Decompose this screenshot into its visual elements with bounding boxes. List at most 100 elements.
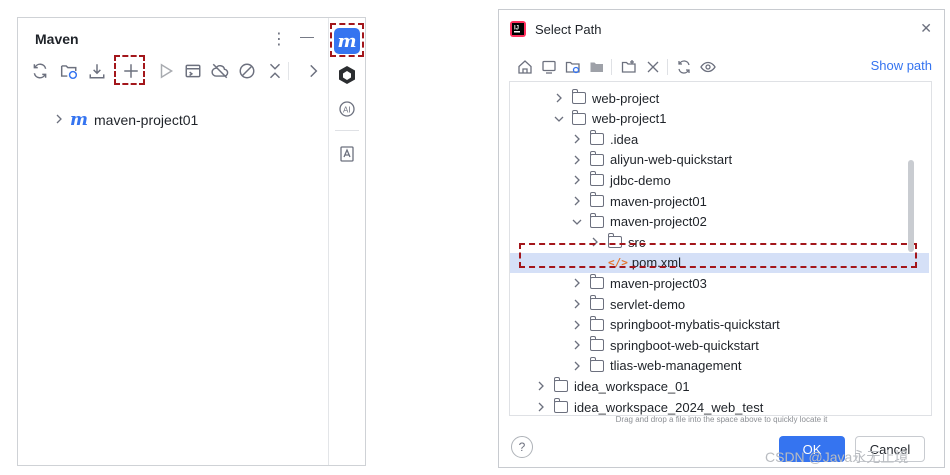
close-icon[interactable]: ✕ — [920, 20, 932, 37]
refresh-icon[interactable] — [675, 58, 693, 76]
folder-icon — [590, 356, 604, 372]
chevron-right-icon[interactable] — [554, 93, 564, 103]
tree-node-label: .idea — [610, 131, 639, 147]
reload-folder-icon[interactable] — [59, 61, 79, 81]
chevron-right-icon[interactable] — [572, 299, 582, 309]
maven-tool-window: Maven ⋮ — m maven-project01 m AI — [17, 17, 366, 466]
folder-icon — [590, 171, 604, 187]
project-folder-icon[interactable] — [564, 58, 582, 76]
chevron-right-icon[interactable] — [572, 175, 582, 185]
svg-text:IJ: IJ — [514, 26, 519, 32]
chevron-right-icon[interactable] — [572, 340, 582, 350]
folder-icon — [590, 336, 604, 352]
dialog-title: Select Path — [535, 22, 602, 37]
tree-node-label: springboot-web-quickstart — [610, 337, 759, 353]
chevron-right-icon[interactable] — [572, 196, 582, 206]
chevron-down-icon[interactable] — [554, 114, 564, 124]
tree-folder-row[interactable]: idea_workspace_2024_web_test — [510, 397, 929, 415]
new-folder-icon[interactable] — [620, 58, 638, 76]
folder-icon — [572, 89, 586, 104]
chevron-right-icon[interactable] — [572, 155, 582, 165]
tree-folder-row[interactable]: tlias-web-management — [510, 356, 929, 376]
tree-node-label: web-project — [592, 90, 660, 106]
folder-icon — [590, 274, 604, 290]
file-tree: web-project web-project1 .idea aliyun-web-q… — [509, 81, 932, 416]
chevron-right-icon[interactable] — [303, 61, 323, 81]
maven-project-node[interactable]: m maven-project01 — [54, 110, 198, 130]
tree-node-label: idea_workspace_2024_web_test — [574, 399, 764, 415]
download-icon[interactable] — [87, 61, 107, 81]
folder-icon — [590, 130, 604, 146]
chevron-right-icon[interactable] — [572, 361, 582, 371]
tree-node-label: maven-project01 — [610, 193, 707, 209]
tree-folder-row[interactable]: .idea — [510, 129, 929, 149]
folder-icon — [572, 109, 586, 125]
tree-node-label: web-project1 — [592, 111, 667, 127]
more-options-icon[interactable]: ⋮ — [271, 29, 287, 49]
add-button-highlight — [114, 55, 145, 85]
ai-assistant-icon[interactable]: AI — [337, 99, 357, 119]
show-path-link[interactable]: Show path — [871, 58, 932, 73]
chevron-right-icon[interactable] — [572, 278, 582, 288]
plugin-icon[interactable] — [337, 65, 357, 85]
tree-scrollbar[interactable] — [908, 160, 914, 252]
show-hidden-icon[interactable] — [699, 58, 717, 76]
reload-icon[interactable] — [30, 61, 50, 81]
minimize-icon[interactable]: — — [300, 28, 314, 44]
tree-folder-row[interactable]: maven-project01 — [510, 191, 929, 211]
home-icon[interactable] — [516, 58, 534, 76]
execute-goal-icon[interactable] — [183, 61, 203, 81]
help-button[interactable]: ? — [511, 436, 533, 458]
module-folder-icon[interactable] — [588, 58, 606, 76]
folder-icon — [590, 192, 604, 207]
chevron-right-icon[interactable] — [536, 381, 546, 391]
tree-folder-row[interactable]: springboot-web-quickstart — [510, 335, 929, 355]
folder-icon — [590, 315, 604, 331]
tree-folder-row[interactable]: springboot-mybatis-quickstart — [510, 315, 929, 335]
tree-folder-row[interactable]: maven-project03 — [510, 273, 929, 293]
chevron-right-icon[interactable] — [54, 113, 64, 127]
offline-icon[interactable] — [210, 61, 230, 81]
toolbar-divider — [611, 59, 612, 75]
delete-icon[interactable] — [644, 58, 662, 76]
tree-node-label: tlias-web-management — [610, 358, 742, 374]
project-name-label: maven-project01 — [94, 112, 199, 128]
skip-tests-icon[interactable] — [237, 61, 257, 81]
chevron-right-icon[interactable] — [572, 320, 582, 330]
tree-node-label: aliyun-web-quickstart — [610, 152, 733, 168]
folder-icon — [554, 398, 568, 413]
folder-icon — [590, 295, 604, 310]
tree-folder-row[interactable]: aliyun-web-quickstart — [510, 150, 929, 170]
tree-node-label: maven-project02 — [610, 214, 707, 230]
drag-drop-hint: Drag and drop a file into the space abov… — [615, 415, 828, 424]
tree-folder-row[interactable]: web-project — [510, 88, 929, 108]
tree-folder-row[interactable]: jdbc-demo — [510, 170, 929, 190]
chevron-right-icon[interactable] — [572, 134, 582, 144]
tree-folder-row[interactable]: idea_workspace_01 — [510, 376, 929, 396]
strip-divider — [335, 130, 359, 131]
tree-node-label: maven-project03 — [610, 275, 707, 291]
tree-node-label: springboot-mybatis-quickstart — [610, 317, 780, 333]
tree-folder-row[interactable]: web-project1 — [510, 109, 929, 129]
intellij-logo-icon: IJ — [510, 21, 526, 37]
folder-icon — [590, 150, 604, 166]
maven-panel-title: Maven — [35, 31, 79, 47]
tree-node-label: idea_workspace_01 — [574, 378, 690, 394]
chevron-right-icon[interactable] — [536, 402, 546, 412]
toolbar-divider — [288, 62, 289, 80]
desktop-icon[interactable] — [540, 58, 558, 76]
select-path-dialog: IJ Select Path ✕ Show path web-project we… — [498, 9, 945, 468]
folder-icon — [554, 377, 568, 393]
right-tool-strip: m AI — [328, 18, 365, 465]
run-icon[interactable] — [156, 61, 176, 81]
collapse-all-icon[interactable] — [265, 61, 285, 81]
chevron-down-icon[interactable] — [572, 217, 582, 227]
tree-folder-row[interactable]: servlet-demo — [510, 294, 929, 314]
pom-xml-highlight — [519, 243, 917, 268]
bookmarks-icon[interactable] — [338, 145, 356, 163]
svg-text:AI: AI — [343, 106, 351, 115]
tree-node-label: jdbc-demo — [610, 172, 671, 188]
tree-folder-row[interactable]: maven-project02 — [510, 212, 929, 232]
tree-node-label: servlet-demo — [610, 296, 686, 312]
maven-module-icon: m — [70, 110, 88, 130]
